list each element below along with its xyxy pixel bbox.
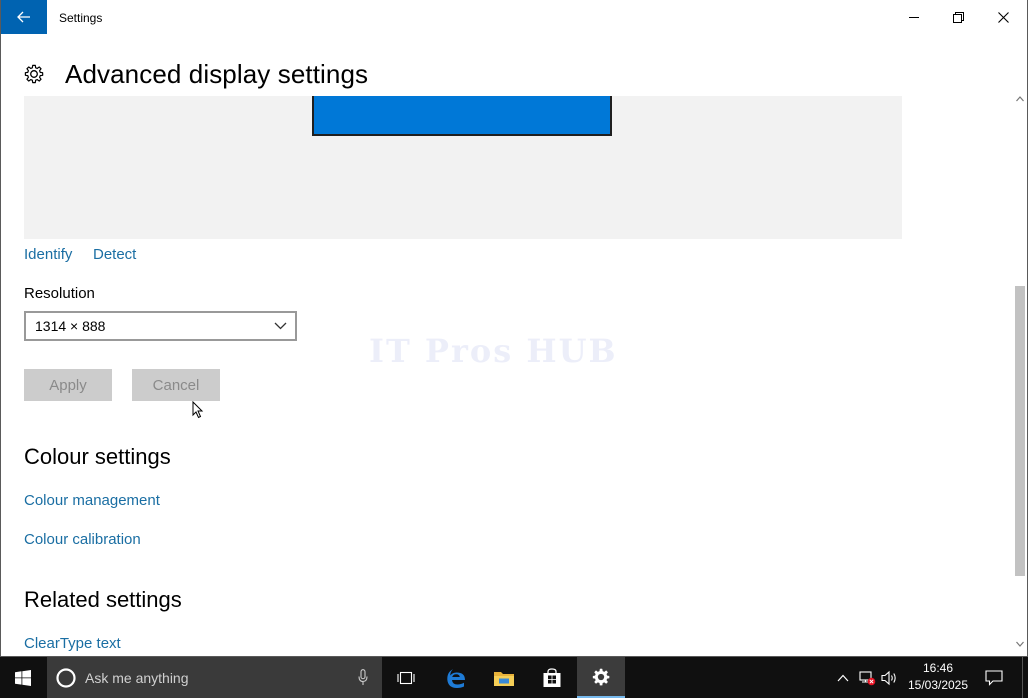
colour-management-link[interactable]: Colour management bbox=[24, 492, 160, 509]
apply-button[interactable]: Apply bbox=[24, 369, 112, 401]
store-button[interactable] bbox=[529, 657, 575, 698]
scroll-up-icon[interactable] bbox=[1016, 96, 1024, 102]
task-view-icon bbox=[397, 671, 415, 684]
scroll-down-icon[interactable] bbox=[1016, 641, 1024, 647]
resolution-label: Resolution bbox=[24, 285, 95, 302]
start-button[interactable] bbox=[0, 657, 46, 698]
close-icon bbox=[997, 11, 1009, 23]
windows-logo-icon bbox=[15, 669, 31, 686]
volume-button[interactable] bbox=[879, 657, 901, 698]
detect-link[interactable]: Detect bbox=[93, 246, 136, 263]
edge-icon bbox=[447, 668, 465, 688]
scroll-thumb[interactable] bbox=[1015, 286, 1025, 576]
app-title: Settings bbox=[59, 11, 103, 25]
file-explorer-icon bbox=[494, 671, 514, 686]
action-center-button[interactable] bbox=[982, 657, 1006, 698]
taskbar-clock[interactable]: 16:46 15/03/2025 bbox=[903, 660, 973, 694]
speaker-icon bbox=[881, 670, 896, 685]
monitor-1[interactable] bbox=[312, 96, 612, 136]
network-disconnected-icon bbox=[859, 670, 876, 685]
network-status-button[interactable] bbox=[856, 657, 878, 698]
back-button[interactable] bbox=[1, 0, 47, 34]
page-title: Advanced display settings bbox=[65, 58, 369, 89]
close-button[interactable] bbox=[981, 0, 1025, 34]
cancel-button[interactable]: Cancel bbox=[132, 369, 220, 401]
display-arrangement-area bbox=[24, 96, 902, 239]
colour-settings-heading: Colour settings bbox=[24, 444, 171, 469]
back-arrow-icon bbox=[17, 11, 30, 23]
chevron-down-icon bbox=[274, 322, 287, 330]
store-icon bbox=[543, 667, 561, 687]
settings-taskbar-button[interactable] bbox=[577, 657, 625, 698]
search-box[interactable]: Ask me anything bbox=[47, 657, 382, 698]
file-explorer-button[interactable] bbox=[481, 657, 527, 698]
gear-icon bbox=[24, 64, 44, 84]
minimize-button[interactable] bbox=[892, 0, 936, 34]
microphone-icon[interactable] bbox=[358, 669, 368, 686]
settings-content: Identify Detect Resolution 1314 × 888 Ap… bbox=[1, 96, 1013, 656]
cleartype-text-link[interactable]: ClearType text bbox=[24, 635, 121, 652]
task-view-button[interactable] bbox=[384, 657, 428, 698]
settings-window: Settings Advanced display settings Ident… bbox=[0, 0, 1028, 657]
restore-button[interactable] bbox=[936, 0, 980, 34]
title-bar: Settings bbox=[1, 0, 1027, 36]
cortana-icon bbox=[56, 667, 76, 688]
watermark: IT Pros HUB bbox=[369, 332, 618, 370]
related-settings-heading: Related settings bbox=[24, 587, 182, 612]
edge-button[interactable] bbox=[433, 657, 479, 698]
clock-date: 15/03/2025 bbox=[907, 678, 969, 692]
taskbar: Ask me anything 16:46 15/03/2025 bbox=[0, 657, 1028, 698]
colour-calibration-link[interactable]: Colour calibration bbox=[24, 531, 141, 548]
show-desktop-button[interactable] bbox=[1022, 657, 1028, 698]
resolution-value: 1314 × 888 bbox=[35, 318, 106, 334]
identify-link[interactable]: Identify bbox=[24, 246, 72, 263]
chevron-up-icon bbox=[837, 674, 849, 681]
page-header: Advanced display settings bbox=[23, 58, 368, 90]
settings-icon bbox=[592, 668, 610, 685]
mouse-pointer-icon bbox=[192, 401, 204, 419]
restore-icon bbox=[952, 11, 964, 23]
search-placeholder: Ask me anything bbox=[85, 669, 189, 686]
show-hidden-icons-button[interactable] bbox=[832, 657, 854, 698]
notification-icon bbox=[985, 669, 1003, 686]
resolution-dropdown[interactable]: 1314 × 888 bbox=[24, 311, 297, 341]
clock-time: 16:46 bbox=[922, 661, 954, 675]
minimize-icon bbox=[908, 16, 919, 18]
vertical-scrollbar[interactable] bbox=[1013, 94, 1027, 656]
